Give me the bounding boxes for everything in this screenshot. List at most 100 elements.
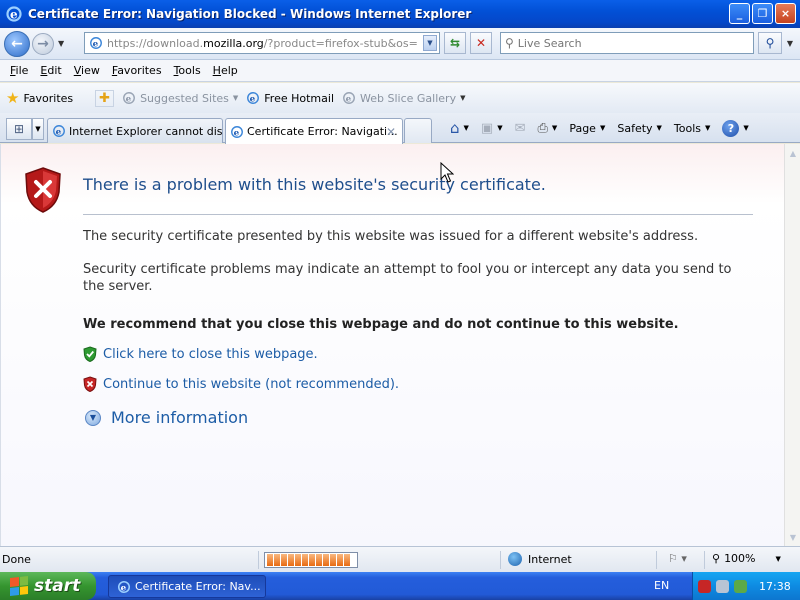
scroll-down-icon[interactable]: ▼: [787, 530, 799, 544]
zoom-magnifier-icon: ⚲: [712, 552, 721, 565]
search-options-dropdown-icon[interactable]: ▼: [784, 32, 796, 54]
network-icon[interactable]: [716, 579, 729, 593]
close-webpage-link[interactable]: Click here to close this webpage.: [83, 346, 318, 362]
safety-menu-label: Safety: [617, 121, 653, 135]
home-button[interactable]: ⌂ ▼: [450, 119, 469, 137]
home-icon: ⌂: [450, 119, 460, 137]
protected-mode-icon[interactable]: ⚐ ▾: [668, 552, 687, 565]
page-content: There is a problem with this website's s…: [0, 144, 784, 546]
new-tab-button[interactable]: [404, 118, 432, 143]
language-indicator[interactable]: EN: [654, 579, 669, 592]
windows-logo-icon: [10, 576, 28, 596]
safely-remove-icon[interactable]: [734, 579, 747, 593]
forward-button[interactable]: →: [32, 32, 54, 55]
taskbar-item-ie[interactable]: e Certificate Error: Nav...: [108, 575, 266, 598]
help-icon: ?: [722, 119, 740, 137]
chevron-down-icon: ▼: [705, 124, 711, 132]
search-input[interactable]: [517, 36, 738, 50]
tab-list-dropdown-icon[interactable]: ▼: [32, 118, 44, 140]
tab-ie-cannot-display[interactable]: e Internet Explorer cannot dis...: [47, 118, 223, 143]
system-tray: 17:38: [692, 572, 800, 600]
menu-help[interactable]: Help: [207, 64, 244, 77]
refresh-icon: ⇆: [449, 36, 461, 50]
security-alert-icon[interactable]: [698, 579, 711, 593]
start-button[interactable]: start: [0, 572, 96, 600]
command-bar: ⌂ ▼ ▣ ▼ ✉ ⎙ ▼ Page ▼ Safety ▼ Tools ▼ ? ▼: [450, 119, 761, 137]
search-box[interactable]: ⚲: [500, 32, 754, 54]
taskbar: start e Certificate Error: Nav... EN 17:…: [0, 572, 800, 600]
more-information-toggle[interactable]: ▼ More information: [85, 408, 248, 427]
menu-bar: File Edit View Favorites Tools Help: [0, 60, 800, 82]
continue-label: Continue to this website (not recommende…: [103, 376, 400, 392]
address-dropdown-icon[interactable]: ▼: [423, 35, 437, 51]
print-button[interactable]: ⎙ ▼: [538, 121, 558, 136]
stop-button[interactable]: ✕: [470, 32, 492, 54]
fav-web-slice-gallery[interactable]: e Web Slice Gallery ▼: [342, 91, 465, 105]
warning-text: Security certificate problems may indica…: [83, 262, 732, 294]
menu-tools[interactable]: Tools: [168, 64, 207, 77]
chevron-down-icon: ▼: [463, 124, 469, 132]
help-button[interactable]: ? ▼: [722, 119, 749, 137]
tab-certificate-error[interactable]: e Certificate Error: Navigati... ✕: [225, 118, 403, 144]
zone-label: Internet: [528, 552, 572, 566]
favorites-bar: ★ Favorites ✚ e Suggested Sites ▼ e Free…: [0, 83, 800, 113]
page-menu-label: Page: [569, 121, 596, 135]
vertical-scrollbar[interactable]: ▲ ▼: [784, 144, 800, 546]
add-to-favorites-icon[interactable]: ✚: [95, 89, 115, 107]
menu-file[interactable]: File: [4, 64, 34, 77]
refresh-button[interactable]: ⇆: [444, 32, 466, 54]
rss-feed-icon: ▣: [480, 120, 494, 136]
address-url[interactable]: https://download.mozilla.org/?product=fi…: [107, 37, 417, 50]
menu-favorites[interactable]: Favorites: [106, 64, 168, 77]
taskbar-item-label: Certificate Error: Nav...: [135, 580, 261, 593]
divider: [258, 551, 259, 569]
clock: 17:38: [759, 579, 791, 593]
zoom-control[interactable]: ⚲ 100% ▼: [712, 552, 781, 565]
stop-icon: ✕: [475, 36, 487, 50]
tab-label: Internet Explorer cannot dis...: [69, 124, 223, 138]
back-button[interactable]: ←: [4, 30, 30, 57]
security-zone[interactable]: Internet: [508, 552, 572, 566]
ie-page-icon: e: [343, 92, 355, 105]
back-arrow-icon: ←: [11, 35, 23, 52]
fav-label: Suggested Sites: [140, 91, 229, 105]
chevron-down-icon: ▼: [599, 124, 606, 132]
error-shield-icon: [25, 167, 61, 213]
magnifier-icon: ⚲: [765, 36, 775, 50]
title-bar: e Certificate Error: Navigation Blocked …: [0, 0, 800, 28]
minimize-button[interactable]: _: [729, 3, 750, 24]
safety-menu-button[interactable]: Safety ▼: [617, 122, 662, 135]
forward-arrow-icon: →: [37, 35, 49, 52]
window-title: Certificate Error: Navigation Blocked - …: [28, 7, 472, 21]
menu-edit[interactable]: Edit: [34, 64, 67, 77]
zoom-level: 100%: [724, 552, 756, 565]
close-tab-icon[interactable]: ✕: [386, 125, 396, 139]
chevron-down-icon: ▼: [656, 124, 662, 132]
restore-button[interactable]: ❐: [752, 3, 773, 24]
menu-view[interactable]: View: [68, 64, 106, 77]
chevron-down-icon: ▼: [551, 124, 558, 132]
history-dropdown-icon[interactable]: ▼: [58, 39, 64, 48]
progress-bar: [264, 552, 358, 568]
close-webpage-label: Click here to close this webpage.: [103, 346, 318, 362]
favorites-label: Favorites: [23, 91, 74, 105]
red-shield-icon: [83, 376, 97, 392]
tools-menu-button[interactable]: Tools ▼: [674, 122, 711, 135]
fav-free-hotmail[interactable]: e Free Hotmail: [246, 91, 334, 105]
quick-tabs-button[interactable]: ⊞: [6, 118, 32, 140]
feeds-button[interactable]: ▣ ▼: [481, 121, 503, 136]
ie-page-icon: e: [53, 125, 65, 138]
chevron-down-icon: ▼: [460, 94, 466, 102]
read-mail-button[interactable]: ✉: [515, 121, 526, 136]
fav-suggested-sites[interactable]: e Suggested Sites ▼: [122, 91, 238, 105]
page-menu-button[interactable]: Page ▼: [569, 122, 605, 135]
close-window-button[interactable]: ×: [775, 3, 796, 24]
status-text: Done: [2, 553, 31, 566]
search-button[interactable]: ⚲: [758, 32, 782, 54]
scroll-up-icon[interactable]: ▲: [787, 146, 799, 160]
continue-to-website-link[interactable]: Continue to this website (not recommende…: [83, 376, 399, 392]
chevron-down-icon: ▼: [232, 94, 239, 102]
favorites-button[interactable]: ★ Favorites: [6, 89, 73, 107]
star-icon: ★: [6, 89, 20, 107]
address-bar[interactable]: e https://download.mozilla.org/?product=…: [84, 32, 440, 54]
